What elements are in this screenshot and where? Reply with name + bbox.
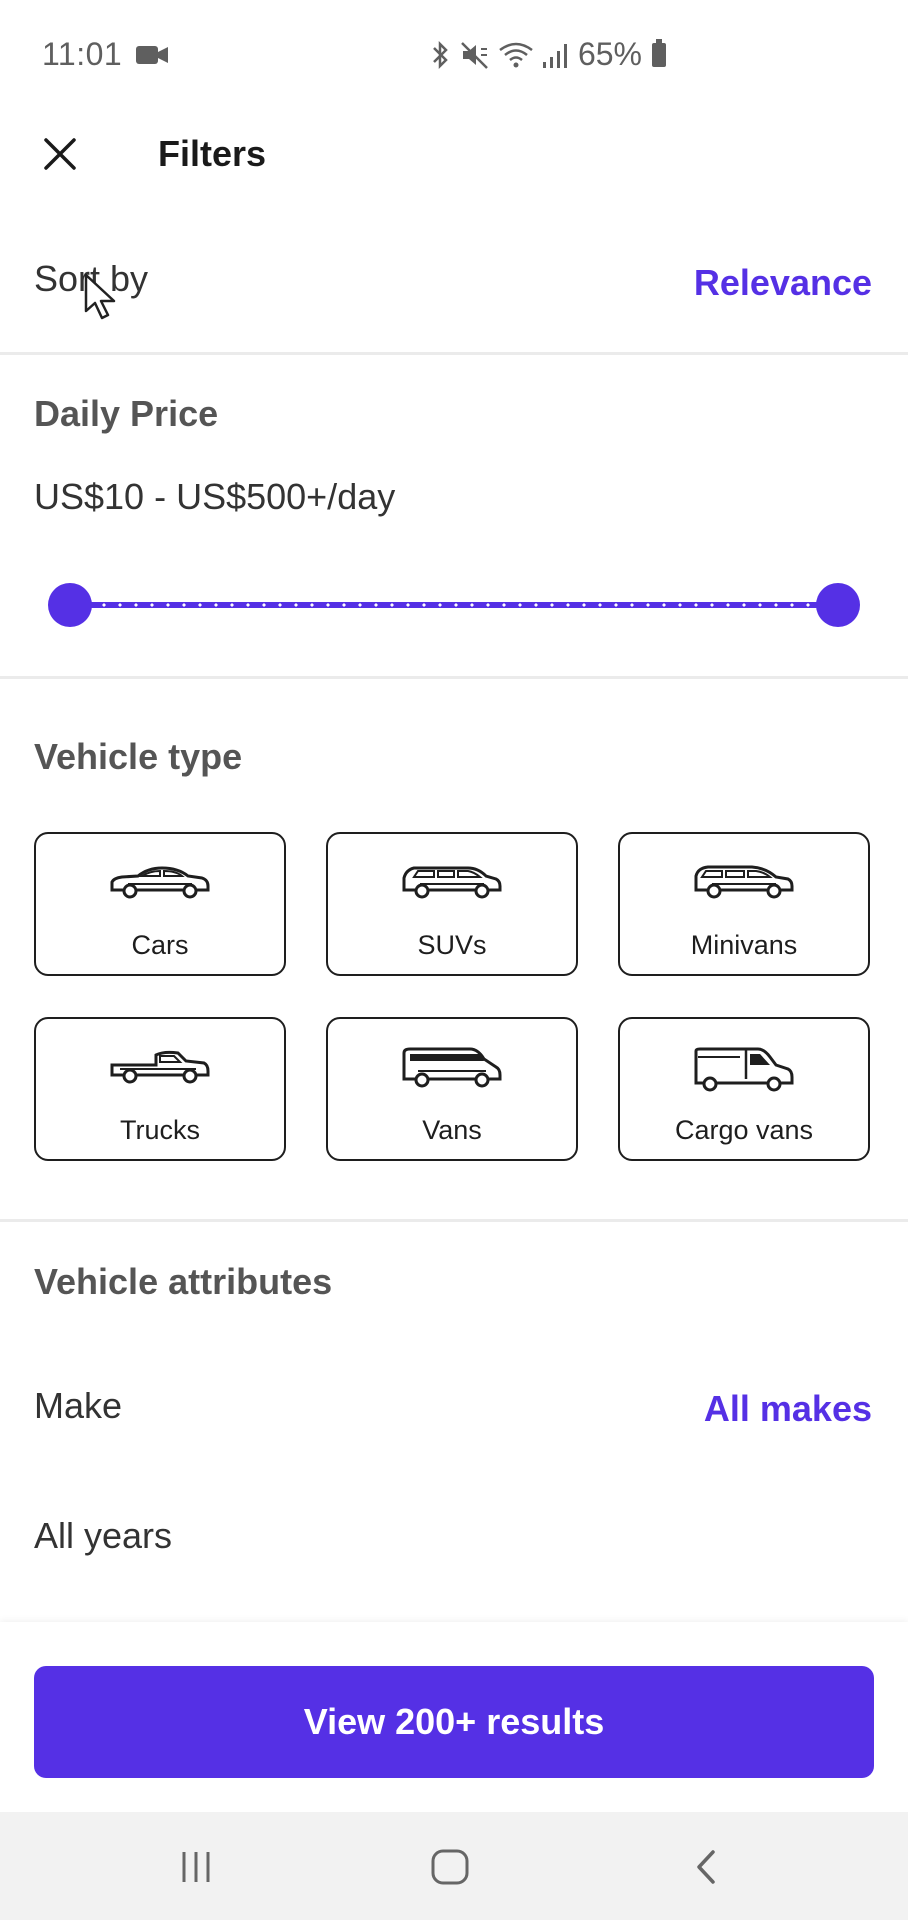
slider-max-handle[interactable] xyxy=(816,583,860,627)
status-bar: 11:01 65% xyxy=(0,0,908,110)
bluetooth-icon xyxy=(433,40,448,69)
back-button[interactable] xyxy=(676,1842,736,1892)
home-button[interactable] xyxy=(420,1842,480,1892)
divider xyxy=(0,352,908,355)
cargo-van-icon xyxy=(694,1047,794,1092)
mouse-cursor-icon xyxy=(84,273,116,320)
wifi-icon xyxy=(499,42,533,67)
vehicle-type-label: Vans xyxy=(422,1115,482,1145)
vehicle-type-cars[interactable]: Cars xyxy=(34,832,286,976)
years-label: All years xyxy=(34,1515,173,1556)
car-icon xyxy=(110,866,210,899)
vehicle-type-label: SUVs xyxy=(417,930,487,960)
vehicle-type-minivans[interactable]: Minivans xyxy=(618,832,870,976)
sort-by-dropdown[interactable]: Relevance xyxy=(694,262,872,304)
back-icon xyxy=(697,1850,715,1884)
status-right: 65% xyxy=(430,36,666,73)
minivan-icon xyxy=(694,865,794,899)
close-icon xyxy=(44,138,76,170)
system-nav-bar xyxy=(0,1812,908,1920)
suv-icon xyxy=(402,866,502,899)
home-icon xyxy=(431,1849,469,1885)
battery-percentage: 65% xyxy=(577,36,642,72)
divider xyxy=(0,676,908,679)
signal-icon xyxy=(542,43,567,68)
vehicle-type-suvs[interactable]: SUVs xyxy=(326,832,578,976)
truck-icon xyxy=(110,1050,210,1084)
video-icon xyxy=(136,46,168,64)
vehicle-type-vans[interactable]: Vans xyxy=(326,1017,578,1161)
vehicle-type-heading: Vehicle type xyxy=(34,736,243,777)
battery-icon xyxy=(652,38,666,67)
vehicle-type-label: Cars xyxy=(131,930,189,960)
vehicle-attributes-heading: Vehicle attributes xyxy=(34,1261,333,1302)
slider-min-handle[interactable] xyxy=(48,583,92,627)
vehicle-type-trucks[interactable]: Trucks xyxy=(34,1017,286,1161)
slider-dots xyxy=(80,603,828,607)
vehicle-type-cargo-vans[interactable]: Cargo vans xyxy=(618,1017,870,1161)
view-results-button[interactable]: View 200+ results xyxy=(34,1666,874,1778)
vehicle-type-label: Cargo vans xyxy=(674,1115,814,1145)
mute-icon xyxy=(461,41,488,69)
van-icon xyxy=(402,1047,502,1088)
make-dropdown[interactable]: All makes xyxy=(704,1388,872,1430)
divider xyxy=(0,1219,908,1222)
vehicle-type-label: Trucks xyxy=(120,1115,200,1145)
make-label: Make xyxy=(34,1385,123,1426)
recent-apps-icon xyxy=(182,1852,210,1882)
daily-price-heading: Daily Price xyxy=(34,393,219,434)
status-time: 11:01 xyxy=(42,36,123,72)
close-button[interactable] xyxy=(36,130,84,178)
price-range-value: US$10 - US$500+/day xyxy=(34,476,396,517)
page-title: Filters xyxy=(158,133,267,174)
recent-apps-button[interactable] xyxy=(166,1842,226,1892)
vehicle-type-label: Minivans xyxy=(690,930,798,960)
